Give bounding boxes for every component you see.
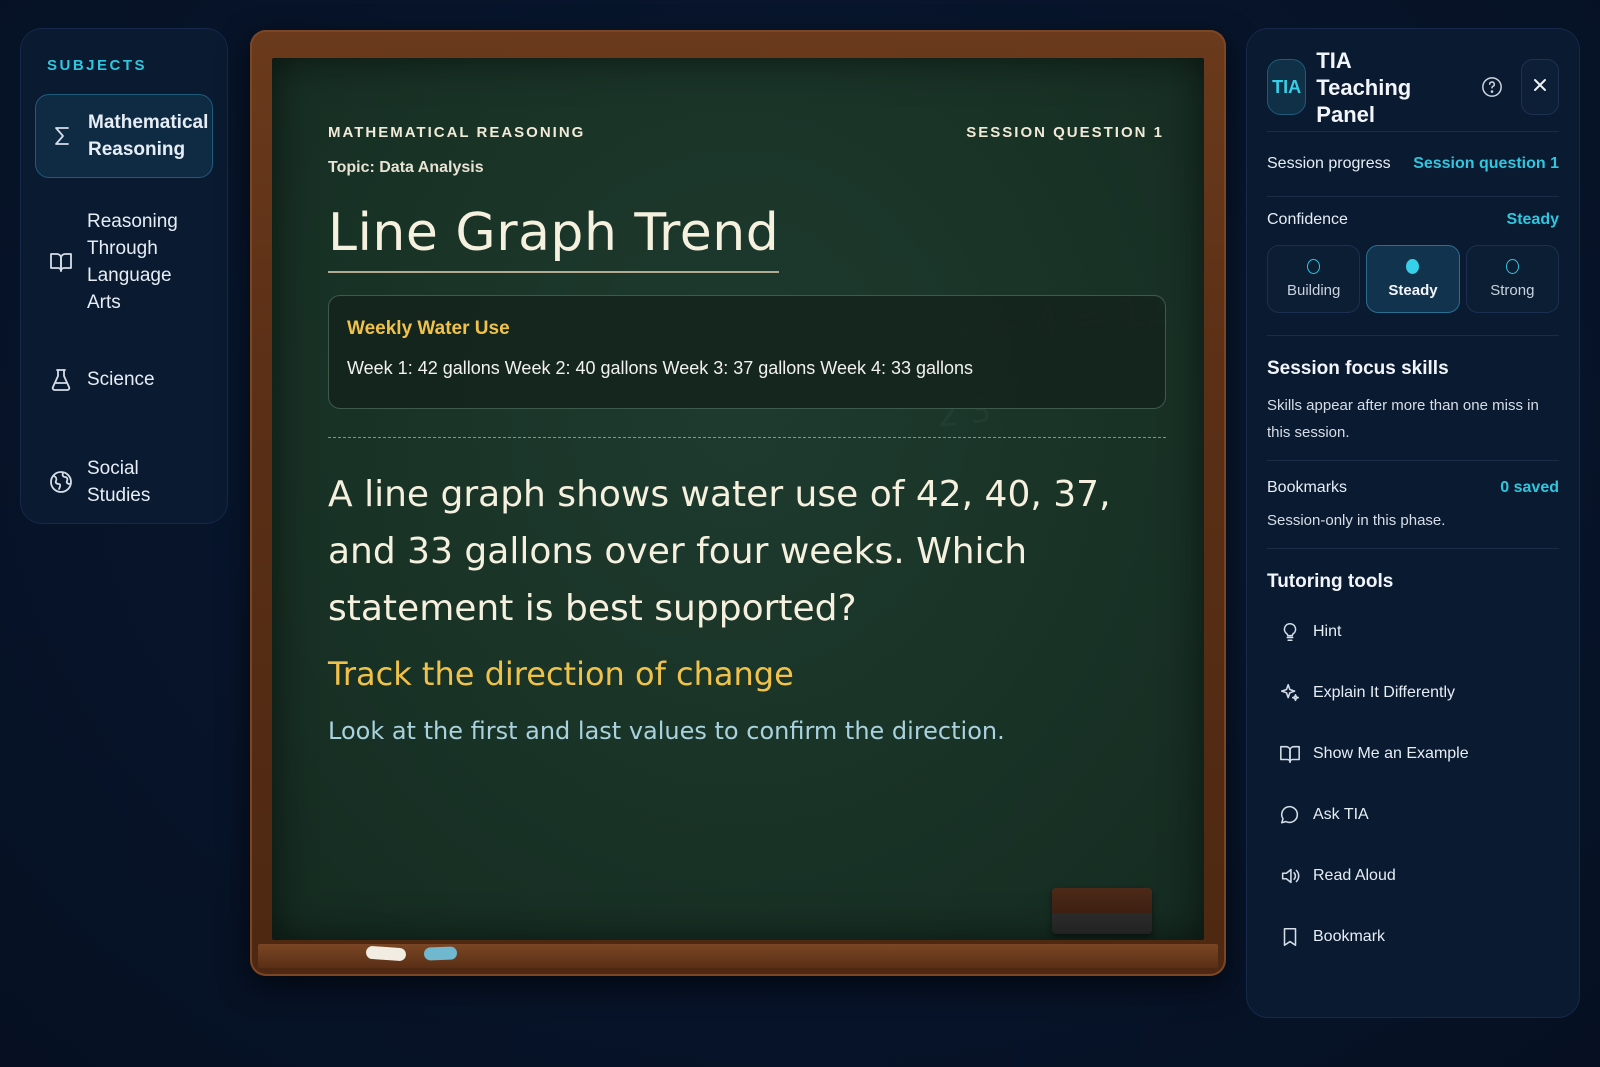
- confidence-option-steady[interactable]: Steady: [1366, 245, 1460, 313]
- focus-skills-text: Skills appear after more than one miss i…: [1267, 397, 1539, 441]
- session-question-label: SESSION QUESTION 1: [966, 124, 1164, 141]
- tia-teaching-panel: TIA TIA Teaching Panel Session progress …: [1246, 28, 1580, 1018]
- panel-header: TIA TIA Teaching Panel: [1267, 48, 1559, 127]
- bookmark-icon: [1279, 926, 1301, 948]
- tool-explain-it-differently[interactable]: Explain It Differently: [1267, 662, 1559, 723]
- tool-label: Show Me an Example: [1313, 744, 1469, 762]
- eraser: [1052, 888, 1152, 934]
- tool-bookmark[interactable]: Bookmark: [1267, 906, 1559, 967]
- book-icon: [49, 250, 73, 274]
- divider: [1267, 548, 1559, 549]
- tool-label: Read Aloud: [1313, 866, 1396, 884]
- session-progress-label: Session progress: [1267, 155, 1391, 172]
- subject-label: Science: [87, 369, 155, 390]
- bookmarks-text: Session-only in this phase.: [1267, 512, 1446, 529]
- data-card-text: Week 1: 42 gallons Week 2: 40 gallons We…: [347, 358, 974, 378]
- confidence-value: Steady: [1506, 211, 1559, 228]
- divider: [1267, 131, 1559, 132]
- bookmarks-row: Bookmarks 0 saved: [1267, 479, 1559, 497]
- confidence-option-strong[interactable]: Strong: [1465, 245, 1559, 313]
- panel-title: TIA Teaching Panel: [1316, 47, 1412, 127]
- tool-label: Bookmark: [1313, 927, 1386, 945]
- subject-science[interactable]: Science: [35, 354, 213, 405]
- tool-read-aloud[interactable]: Read Aloud: [1267, 845, 1559, 906]
- flask-icon: [49, 368, 73, 392]
- tool-label: Ask TIA: [1313, 805, 1369, 823]
- question-title: Line Graph Trend: [328, 203, 780, 273]
- confidence-option-label: Steady: [1388, 282, 1438, 299]
- session-progress-row: Session progress Session question 1: [1267, 146, 1559, 182]
- divider: [1267, 335, 1559, 336]
- bookmarks-value: 0 saved: [1500, 479, 1559, 496]
- sigma-icon: [50, 124, 74, 148]
- confidence-row: Confidence Steady: [1267, 211, 1559, 229]
- question-text: A line graph shows water use of 42, 40, …: [328, 474, 1111, 629]
- subject-label: MATHEMATICAL REASONING: [328, 124, 586, 141]
- close-icon: [1530, 75, 1550, 100]
- confidence-label: Confidence: [1267, 211, 1348, 228]
- chat-bubble-icon: [1279, 804, 1301, 826]
- session-progress-value: Session question 1: [1413, 155, 1559, 172]
- question-area: MATHEMATICAL REASONING SESSION QUESTION …: [328, 124, 1166, 745]
- help-icon[interactable]: [1481, 76, 1503, 98]
- data-card-title: Weekly Water Use: [347, 318, 510, 339]
- subjects-heading: SUBJECTS: [47, 57, 148, 74]
- data-card: Weekly Water Use Week 1: 42 gallons Week…: [328, 295, 1166, 409]
- tutoring-tools-title: Tutoring tools: [1267, 571, 1394, 592]
- speaker-icon: [1279, 865, 1301, 887]
- confidence-options: Building Steady Strong: [1267, 245, 1559, 313]
- divider: [1267, 460, 1559, 461]
- radio-icon: [1307, 259, 1321, 274]
- focus-skills-title: Session focus skills: [1267, 358, 1449, 379]
- confidence-option-building[interactable]: Building: [1267, 245, 1361, 313]
- divider: [1267, 196, 1559, 197]
- tool-ask-tia[interactable]: Ask TIA: [1267, 784, 1559, 845]
- subjects-sidebar: SUBJECTS Mathematical Reasoning Reasonin…: [20, 28, 228, 524]
- confidence-option-label: Strong: [1490, 282, 1535, 299]
- focus-skills-section: Session focus skills Skills appear after…: [1267, 358, 1559, 446]
- chalkboard: x + 4 = 12 2 3 MATHEMATICAL REASONING SE…: [272, 58, 1204, 940]
- tool-show-me-an-example[interactable]: Show Me an Example: [1267, 723, 1559, 784]
- subject-label: Reasoning Through Language Arts: [87, 211, 178, 313]
- chalkboard-frame: x + 4 = 12 2 3 MATHEMATICAL REASONING SE…: [250, 30, 1226, 976]
- tool-hint[interactable]: Hint: [1267, 601, 1559, 662]
- radio-selected-icon: [1406, 259, 1420, 274]
- subject-reasoning-through-language-arts[interactable]: Reasoning Through Language Arts: [35, 196, 213, 328]
- bookmarks-label: Bookmarks: [1267, 479, 1348, 496]
- topic-label: Topic: Data Analysis: [328, 159, 484, 176]
- radio-icon: [1505, 259, 1519, 274]
- hint-text: Look at the first and last values to con…: [328, 717, 1005, 745]
- subject-label: Social Studies: [87, 458, 151, 506]
- chalk-white: [365, 945, 407, 962]
- subject-label: Mathematical Reasoning: [88, 112, 209, 160]
- sparkle-icon: [1279, 682, 1301, 704]
- tool-label: Hint: [1313, 622, 1342, 640]
- confidence-option-label: Building: [1286, 282, 1341, 299]
- lightbulb-icon: [1279, 621, 1301, 643]
- tool-label: Explain It Differently: [1313, 683, 1455, 701]
- globe-icon: [49, 470, 73, 494]
- board-header: MATHEMATICAL REASONING SESSION QUESTION …: [328, 124, 1164, 141]
- chalk-blue: [423, 946, 458, 961]
- book-icon: [1279, 743, 1301, 765]
- dashed-divider: [328, 437, 1166, 438]
- tia-badge: TIA: [1267, 59, 1307, 115]
- close-button[interactable]: [1521, 59, 1559, 115]
- hint-title: Track the direction of change: [328, 655, 794, 693]
- subject-mathematical-reasoning[interactable]: Mathematical Reasoning: [35, 94, 213, 178]
- subject-social-studies[interactable]: Social Studies: [35, 443, 213, 521]
